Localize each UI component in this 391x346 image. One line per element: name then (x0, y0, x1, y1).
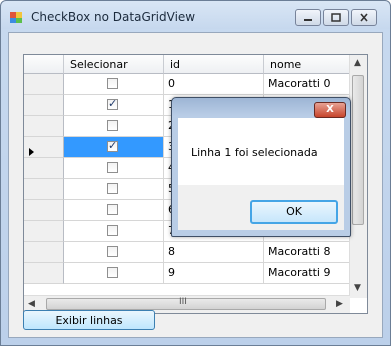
cell-selecionar[interactable] (64, 95, 164, 116)
cell-id[interactable]: 8 (164, 242, 264, 263)
message-box: X Linha 1 foi selecionada OK (171, 97, 351, 237)
table-row[interactable]: 8 Macoratti 8 (24, 242, 352, 263)
ok-button[interactable]: OK (250, 200, 338, 224)
row-header[interactable] (24, 200, 64, 221)
app-icon (10, 12, 22, 23)
row-header[interactable] (24, 242, 64, 263)
cell-selecionar[interactable] (64, 221, 164, 242)
title-bar[interactable]: CheckBox no DataGridView (1, 1, 390, 31)
minimize-button[interactable] (295, 9, 321, 26)
column-header-nome[interactable]: nome (264, 55, 352, 74)
row-header[interactable] (24, 263, 64, 284)
row-header[interactable] (24, 116, 64, 137)
vertical-scrollbar[interactable]: ▲ ▼ (349, 55, 367, 298)
row-header[interactable] (24, 158, 64, 179)
column-header-selecionar[interactable]: Selecionar (64, 55, 164, 74)
row-checkbox[interactable] (107, 78, 118, 89)
main-window: CheckBox no DataGridView Selecionar id n… (0, 0, 391, 346)
row-checkbox[interactable] (107, 120, 118, 131)
minimize-icon (304, 19, 312, 21)
scroll-up-icon[interactable]: ▲ (354, 58, 361, 68)
cell-selecionar[interactable] (64, 179, 164, 200)
table-row[interactable]: 9 Macoratti 9 (24, 263, 352, 284)
cell-selecionar[interactable] (64, 137, 164, 158)
table-row[interactable]: 0 Macoratti 0 (24, 74, 352, 95)
row-checkbox[interactable] (107, 246, 118, 257)
close-icon (360, 13, 368, 22)
row-checkbox[interactable] (107, 162, 118, 173)
row-checkbox[interactable] (107, 183, 118, 194)
row-header[interactable] (24, 221, 64, 242)
row-header[interactable] (24, 95, 64, 116)
row-checkbox[interactable] (107, 97, 118, 110)
column-header-id[interactable]: id (164, 55, 264, 74)
cell-selecionar[interactable] (64, 200, 164, 221)
scroll-down-icon[interactable]: ▼ (354, 283, 361, 293)
row-checkbox[interactable] (107, 139, 118, 152)
dialog-close-button[interactable]: X (314, 102, 346, 118)
window-title: CheckBox no DataGridView (31, 10, 196, 24)
cell-nome[interactable]: Macoratti 8 (264, 242, 352, 263)
close-icon: X (326, 104, 334, 115)
maximize-button[interactable] (323, 9, 349, 26)
row-checkbox[interactable] (107, 204, 118, 215)
cell-selecionar[interactable] (64, 116, 164, 137)
row-checkbox[interactable] (107, 267, 118, 278)
scroll-right-icon[interactable]: ▶ (336, 299, 343, 309)
row-header[interactable] (24, 74, 64, 95)
scroll-grip: III (179, 297, 187, 307)
current-row-icon (29, 148, 34, 156)
cell-selecionar[interactable] (64, 263, 164, 284)
scroll-left-icon[interactable]: ◀ (28, 299, 35, 309)
horizontal-scroll-thumb[interactable]: III (46, 297, 326, 310)
cell-selecionar[interactable] (64, 242, 164, 263)
row-header[interactable] (24, 179, 64, 200)
cell-selecionar[interactable] (64, 158, 164, 179)
vertical-scroll-thumb[interactable] (352, 75, 364, 225)
cell-id[interactable]: 9 (164, 263, 264, 284)
dialog-message: Linha 1 foi selecionada (191, 146, 318, 159)
cell-nome[interactable]: Macoratti 0 (264, 74, 352, 95)
cell-nome[interactable]: Macoratti 9 (264, 263, 352, 284)
maximize-icon (331, 13, 341, 22)
exibir-linhas-button[interactable]: Exibir linhas (23, 310, 155, 330)
cell-selecionar[interactable] (64, 74, 164, 95)
close-button[interactable] (351, 9, 377, 26)
corner-header (24, 55, 64, 74)
cell-id[interactable]: 0 (164, 74, 264, 95)
row-checkbox[interactable] (107, 225, 118, 236)
